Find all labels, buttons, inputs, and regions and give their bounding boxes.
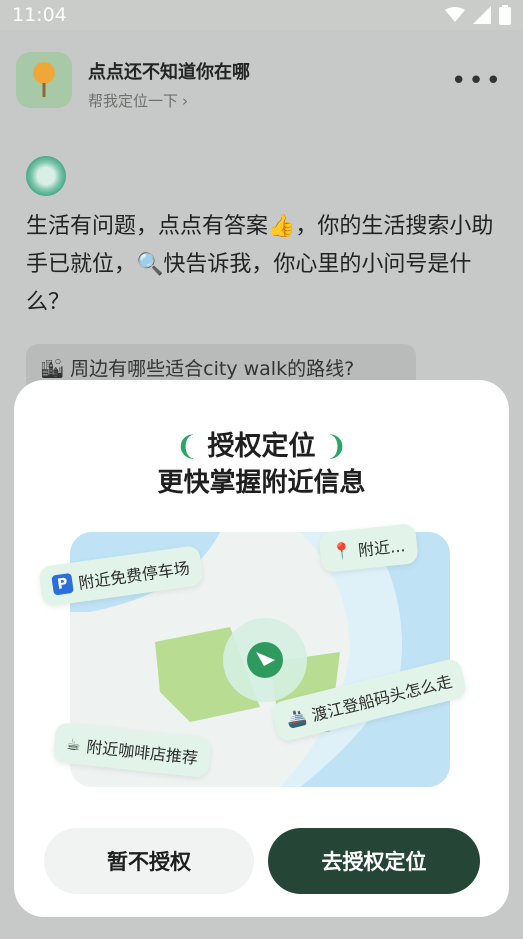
status-bar: 11:04 xyxy=(0,0,523,30)
header-title: 点点还不知道你在哪 xyxy=(88,62,250,83)
header-text: 点点还不知道你在哪 帮我定位一下 › xyxy=(88,58,250,111)
tag-coffee-label: 附近咖啡店推荐 xyxy=(85,737,199,768)
more-options-icon[interactable]: ••• xyxy=(451,66,503,96)
ship-icon: 🚢 xyxy=(284,706,309,730)
header-subtitle: 帮我定位一下 xyxy=(88,92,179,110)
chevron-right-icon: › xyxy=(182,91,189,110)
intro-message: 生活有问题，点点有答案👍，你的生活搜索小助手已就位，🔍快告诉我，你心里的小问号是… xyxy=(26,214,494,315)
status-icons xyxy=(445,5,511,25)
dialog-subtitle: 更快掌握附近信息 xyxy=(157,468,366,498)
tag-parking-label: 附近免费停车场 xyxy=(77,558,191,593)
location-permission-dialog: ❨ 授权定位 ❩ 更快掌握附近信息 P 附近免费停车场 📍 附近... 🚢 渡江… xyxy=(14,380,509,917)
bot-avatar xyxy=(26,156,66,196)
parking-icon: P xyxy=(51,572,74,596)
decline-button[interactable]: 暂不授权 xyxy=(44,828,254,894)
bracket-left-icon: ❨ xyxy=(175,431,199,462)
locate-me-link[interactable]: 帮我定位一下 › xyxy=(88,90,250,111)
dialog-title: ❨ 授权定位 ❩ xyxy=(14,424,509,463)
tag-nearby-label: 附近... xyxy=(357,536,407,561)
authorize-location-button[interactable]: 去授权定位 xyxy=(268,828,480,894)
coffee-icon: ☕ xyxy=(65,733,82,755)
battery-icon xyxy=(499,5,511,25)
dialog-title-text: 授权定位 xyxy=(207,431,316,462)
pin-icon: 📍 xyxy=(331,540,354,562)
location-pin-avatar[interactable] xyxy=(16,52,72,108)
header: 点点还不知道你在哪 帮我定位一下 › ••• xyxy=(0,40,523,120)
bracket-right-icon: ❩ xyxy=(324,431,348,462)
wifi-icon xyxy=(445,7,465,22)
status-time: 11:04 xyxy=(12,4,67,26)
signal-icon xyxy=(473,6,491,24)
map-pin-icon xyxy=(33,62,55,97)
